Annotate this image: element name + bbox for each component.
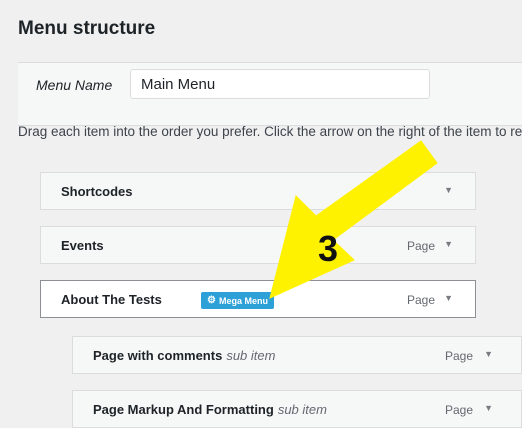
callout-number: 3: [318, 228, 339, 269]
arrow-icon: [269, 140, 438, 299]
annotation-arrow: [269, 140, 438, 299]
